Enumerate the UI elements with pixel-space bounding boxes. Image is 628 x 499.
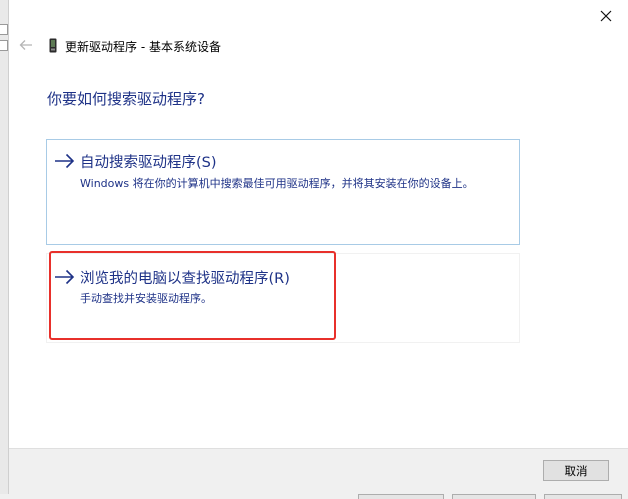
cancel-button[interactable]: 取消 (543, 460, 609, 481)
background-taskbar-edge (0, 494, 628, 499)
background-fragment (0, 40, 8, 51)
close-button[interactable] (596, 8, 616, 24)
arrow-right-icon (55, 153, 75, 169)
background-button (452, 494, 536, 499)
background-button (358, 494, 444, 499)
window-title: 更新驱动程序 - 基本系统设备 (65, 40, 221, 54)
auto-search-option[interactable]: 自动搜索驱动程序(S) Windows 将在你的计算机中搜索最佳可用驱动程序，并… (46, 139, 520, 245)
dialog-footer: 取消 (9, 448, 628, 494)
browse-computer-description: 手动查找并安装驱动程序。 (80, 292, 212, 305)
arrow-right-icon (55, 269, 75, 285)
back-button[interactable] (17, 37, 35, 53)
back-arrow-icon (19, 40, 32, 50)
auto-search-title: 自动搜索驱动程序(S) (80, 155, 217, 171)
auto-search-description: Windows 将在你的计算机中搜索最佳可用驱动程序，并将其安装在你的设备上。 (80, 177, 474, 190)
page-heading: 你要如何搜索驱动程序? (47, 90, 205, 108)
close-icon (600, 10, 612, 22)
background-fragment (0, 24, 8, 35)
device-icon (49, 38, 57, 53)
update-driver-dialog: 更新驱动程序 - 基本系统设备 你要如何搜索驱动程序? 自动搜索驱动程序(S) … (8, 0, 628, 494)
background-button (544, 494, 622, 499)
browse-computer-title: 浏览我的电脑以查找驱动程序(R) (80, 271, 290, 287)
browse-computer-option[interactable]: 浏览我的电脑以查找驱动程序(R) 手动查找并安装驱动程序。 (46, 253, 520, 343)
background-window-edge (0, 0, 8, 499)
